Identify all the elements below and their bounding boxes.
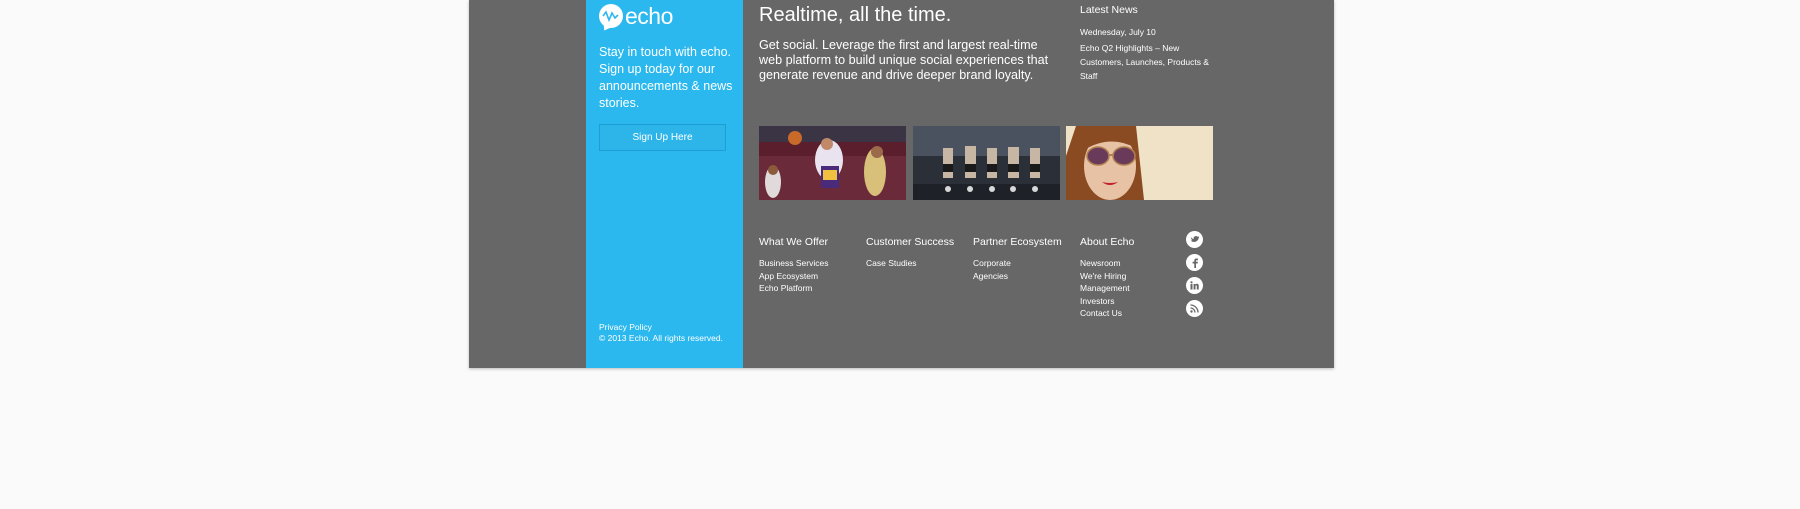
column-title: What We Offer	[759, 236, 829, 248]
footer-link-corporate[interactable]: Corporate	[973, 257, 1062, 270]
hero-intro: Get social. Leverage the first and large…	[759, 38, 1049, 82]
basketball-photo[interactable]	[759, 126, 906, 200]
footer-link-echo-platform[interactable]: Echo Platform	[759, 282, 828, 295]
footer-column-customer-success: Customer Success Case Studies	[866, 236, 954, 270]
signup-tagline: Stay in touch with echo. Sign up today f…	[599, 45, 733, 110]
footer-link-case-studies[interactable]: Case Studies	[866, 257, 954, 270]
signup-panel: echo Stay in touch with echo. Sign up to…	[586, 0, 743, 368]
footer-link-agencies[interactable]: Agencies	[973, 270, 1062, 283]
echo-logo-icon	[599, 4, 623, 28]
footer-link-management[interactable]: Management	[1080, 282, 1134, 295]
logo-text: echo	[625, 3, 673, 29]
footer-column-partner-ecosystem: Partner Ecosystem Corporate Agencies	[973, 236, 1062, 282]
linkedin-icon[interactable]	[1186, 277, 1203, 294]
hero-headline: Realtime, all the time.	[759, 4, 952, 26]
facebook-icon[interactable]	[1186, 254, 1203, 271]
footer-link-business-services[interactable]: Business Services	[759, 257, 828, 270]
latest-news-title: Latest News	[1080, 4, 1138, 16]
column-title: About Echo	[1080, 236, 1135, 248]
privacy-policy-link[interactable]: Privacy Policy	[599, 322, 723, 333]
woman-sunglasses-photo[interactable]	[1066, 126, 1213, 200]
echo-logo[interactable]: echo	[599, 4, 673, 28]
column-title: Partner Ecosystem	[973, 236, 1062, 248]
twitter-icon[interactable]	[1186, 231, 1203, 248]
site-footer: echo Stay in touch with echo. Sign up to…	[469, 0, 1334, 368]
news-date: Wednesday, July 10	[1080, 27, 1156, 37]
legal: Privacy Policy © 2013 Echo. All rights r…	[599, 322, 723, 344]
rss-icon[interactable]	[1186, 300, 1203, 317]
footer-link-contact-us[interactable]: Contact Us	[1080, 307, 1134, 320]
social-links	[1186, 231, 1203, 323]
footer-link-investors[interactable]: Investors	[1080, 295, 1134, 308]
footer-link-were-hiring[interactable]: We're Hiring	[1080, 270, 1134, 283]
wrestlers-lineup-photo[interactable]	[913, 126, 1060, 200]
sign-up-button[interactable]: Sign Up Here	[599, 124, 726, 151]
copyright-text: © 2013 Echo. All rights reserved.	[599, 333, 723, 343]
news-headline-link[interactable]: Echo Q2 Highlights – New Customers, Laun…	[1080, 41, 1220, 83]
footer-link-newsroom[interactable]: Newsroom	[1080, 257, 1134, 270]
column-title: Customer Success	[866, 236, 955, 248]
footer-column-about-echo: About Echo Newsroom We're Hiring Managem…	[1080, 236, 1134, 320]
footer-column-what-we-offer: What We Offer Business Services App Ecos…	[759, 236, 828, 295]
footer-link-app-ecosystem[interactable]: App Ecosystem	[759, 270, 828, 283]
